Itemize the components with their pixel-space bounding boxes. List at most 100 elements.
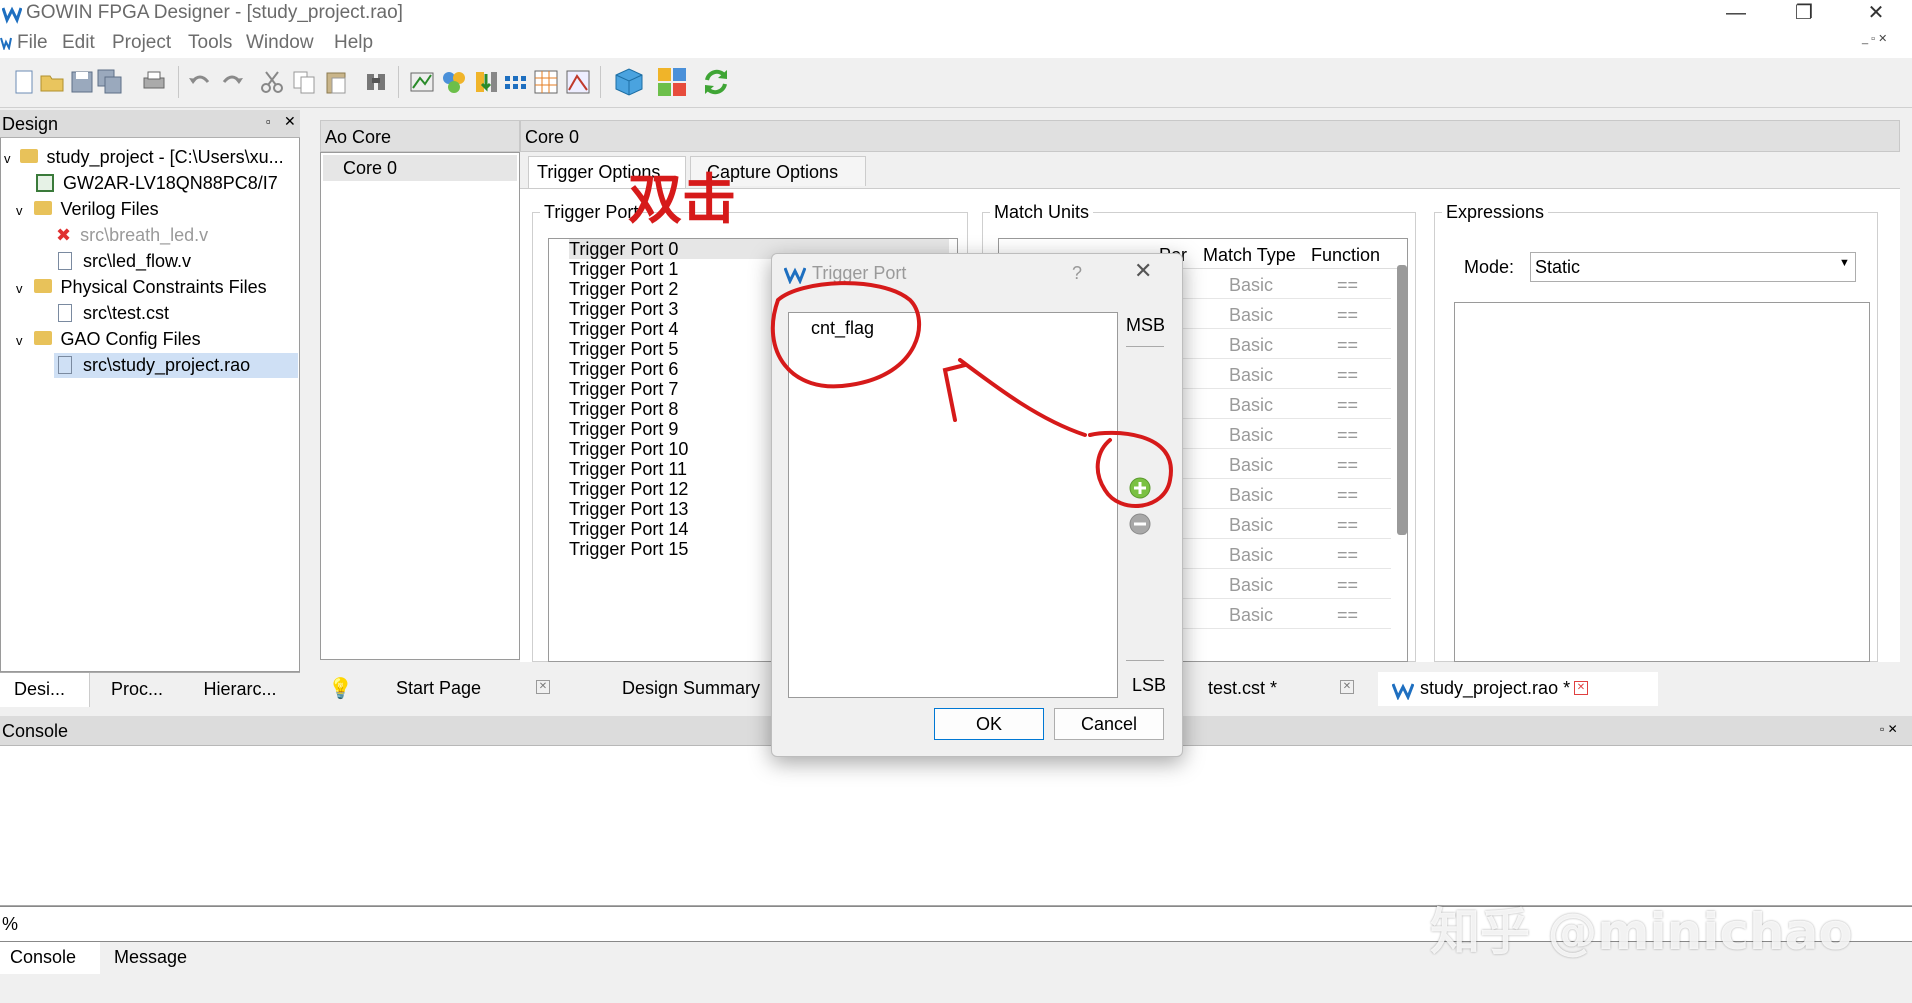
tab-design[interactable]: Desi... xyxy=(0,673,90,707)
find-icon[interactable] xyxy=(362,68,390,96)
program-device-icon[interactable] xyxy=(472,68,500,96)
tree-row-selected[interactable]: src\study_project.rao xyxy=(54,353,298,378)
tree-row[interactable]: ✖ src\breath_led.v xyxy=(56,223,208,248)
float-panel-icon[interactable]: ▫ ✕ xyxy=(1880,722,1898,736)
function-cell[interactable]: == xyxy=(1337,604,1358,626)
match-type-cell[interactable]: Basic xyxy=(1229,514,1273,536)
tree-row[interactable]: v Verilog Files xyxy=(16,197,159,223)
tab-hierarchy[interactable]: Hierarc... xyxy=(190,679,290,700)
menu-help[interactable]: Help xyxy=(334,32,373,54)
expand-arrow-icon[interactable]: v xyxy=(16,203,23,218)
tab-message[interactable]: Message xyxy=(114,947,187,968)
tree-row[interactable]: v GAO Config Files xyxy=(16,327,201,353)
place-route-icon[interactable] xyxy=(440,68,468,96)
expand-arrow-icon[interactable]: v xyxy=(16,333,23,348)
close-tab-icon[interactable]: ✕ xyxy=(1340,680,1354,694)
close-tab-icon[interactable]: ✕ xyxy=(1574,681,1588,695)
function-cell[interactable]: == xyxy=(1337,424,1358,446)
menu-bar: File Edit Project Tools Window Help _ ▫ … xyxy=(0,28,1912,58)
print-icon[interactable] xyxy=(140,68,168,96)
dialog-close-button[interactable]: ✕ xyxy=(1134,258,1152,284)
match-type-cell[interactable]: Basic xyxy=(1229,364,1273,386)
tree-row[interactable]: v Physical Constraints Files xyxy=(16,275,267,301)
tab-process[interactable]: Proc... xyxy=(92,679,182,700)
tree-row[interactable]: v study_project - [C:\Users\xu... xyxy=(4,145,284,171)
match-type-cell[interactable]: Basic xyxy=(1229,544,1273,566)
tab-test-cst[interactable]: test.cst * xyxy=(1208,678,1277,699)
tree-label: src\breath_led.v xyxy=(80,225,209,245)
float-panel-icon[interactable]: ▫ xyxy=(266,114,271,129)
menu-project[interactable]: Project xyxy=(112,32,171,54)
match-type-cell[interactable]: Basic xyxy=(1229,424,1273,446)
menu-tools[interactable]: Tools xyxy=(188,32,232,54)
ao-core-item[interactable]: Core 0 xyxy=(323,155,517,181)
ip-core-icon[interactable] xyxy=(656,66,688,98)
close-panel-icon[interactable]: ✕ xyxy=(284,113,296,130)
close-tab-icon[interactable]: ✕ xyxy=(536,680,550,694)
close-button[interactable]: ✕ xyxy=(1856,0,1896,28)
tab-study-project-rao[interactable]: study_project.rao * ✕ xyxy=(1378,672,1658,706)
expression-editor[interactable] xyxy=(1454,302,1870,662)
redo-icon[interactable] xyxy=(218,68,246,96)
match-type-cell[interactable]: Basic xyxy=(1229,574,1273,596)
expand-arrow-icon[interactable]: v xyxy=(4,151,11,166)
match-type-cell[interactable]: Basic xyxy=(1229,394,1273,416)
ok-button[interactable]: OK xyxy=(934,708,1044,740)
match-type-cell[interactable]: Basic xyxy=(1229,454,1273,476)
mdi-controls[interactable]: _ ▫ ✕ xyxy=(1862,32,1887,45)
match-type-cell[interactable]: Basic xyxy=(1229,274,1273,296)
function-cell[interactable]: == xyxy=(1337,484,1358,506)
match-type-cell[interactable]: Basic xyxy=(1229,484,1273,506)
expand-arrow-icon[interactable]: v xyxy=(16,281,23,296)
refresh-icon[interactable] xyxy=(700,66,732,98)
help-button[interactable]: ? xyxy=(1072,262,1082,284)
function-cell[interactable]: == xyxy=(1337,304,1358,326)
col-function: Function xyxy=(1311,245,1381,265)
function-cell[interactable]: == xyxy=(1337,544,1358,566)
gao-cube-icon[interactable] xyxy=(612,65,646,99)
restore-button[interactable]: ❐ xyxy=(1784,0,1824,28)
match-type-cell[interactable]: Basic xyxy=(1229,304,1273,326)
menu-window[interactable]: Window xyxy=(246,32,314,54)
function-cell[interactable]: == xyxy=(1337,574,1358,596)
folder-icon xyxy=(33,201,52,215)
remove-icon[interactable] xyxy=(1128,512,1152,536)
tree-row[interactable]: src\led_flow.v xyxy=(58,249,191,274)
mode-select[interactable]: Static ▼ xyxy=(1530,252,1856,282)
cut-icon[interactable] xyxy=(258,68,286,96)
undo-icon[interactable] xyxy=(186,68,214,96)
function-cell[interactable]: == xyxy=(1337,274,1358,296)
save-icon[interactable] xyxy=(68,68,96,96)
toolbar xyxy=(0,58,1912,108)
function-cell[interactable]: == xyxy=(1337,394,1358,416)
tab-design-summary[interactable]: Design Summary xyxy=(622,678,760,699)
minimize-button[interactable]: — xyxy=(1716,0,1756,28)
floorplanner-icon[interactable] xyxy=(532,68,560,96)
function-cell[interactable]: == xyxy=(1337,364,1358,386)
match-type-cell[interactable]: Basic xyxy=(1229,334,1273,356)
save-all-icon[interactable] xyxy=(96,68,124,96)
open-folder-icon[interactable] xyxy=(38,68,66,96)
cancel-button[interactable]: Cancel xyxy=(1054,708,1164,740)
match-table-scrollbar[interactable] xyxy=(1397,265,1407,535)
new-file-icon[interactable] xyxy=(10,68,38,96)
signal-list[interactable]: cnt_flag xyxy=(788,312,1118,698)
match-type-cell[interactable]: Basic xyxy=(1229,604,1273,626)
copy-icon[interactable] xyxy=(290,68,318,96)
function-cell[interactable]: == xyxy=(1337,454,1358,476)
function-cell[interactable]: == xyxy=(1337,334,1358,356)
signal-item[interactable]: cnt_flag xyxy=(811,317,874,339)
menu-edit[interactable]: Edit xyxy=(62,32,95,54)
function-cell[interactable]: == xyxy=(1337,514,1358,536)
synthesize-icon[interactable] xyxy=(408,68,436,96)
app-menu-icon[interactable] xyxy=(0,36,12,50)
tree-row[interactable]: src\test.cst xyxy=(58,301,169,326)
paste-icon[interactable] xyxy=(322,68,350,96)
add-icon[interactable] xyxy=(1128,476,1152,500)
menu-file[interactable]: File xyxy=(17,32,48,54)
netlist-icon[interactable] xyxy=(502,68,530,96)
timing-analyzer-icon[interactable] xyxy=(564,68,592,96)
tree-row[interactable]: GW2AR-LV18QN88PC8/I7 xyxy=(36,171,278,196)
tab-console[interactable]: Console xyxy=(0,942,100,974)
tab-start-page[interactable]: Start Page xyxy=(396,678,481,699)
